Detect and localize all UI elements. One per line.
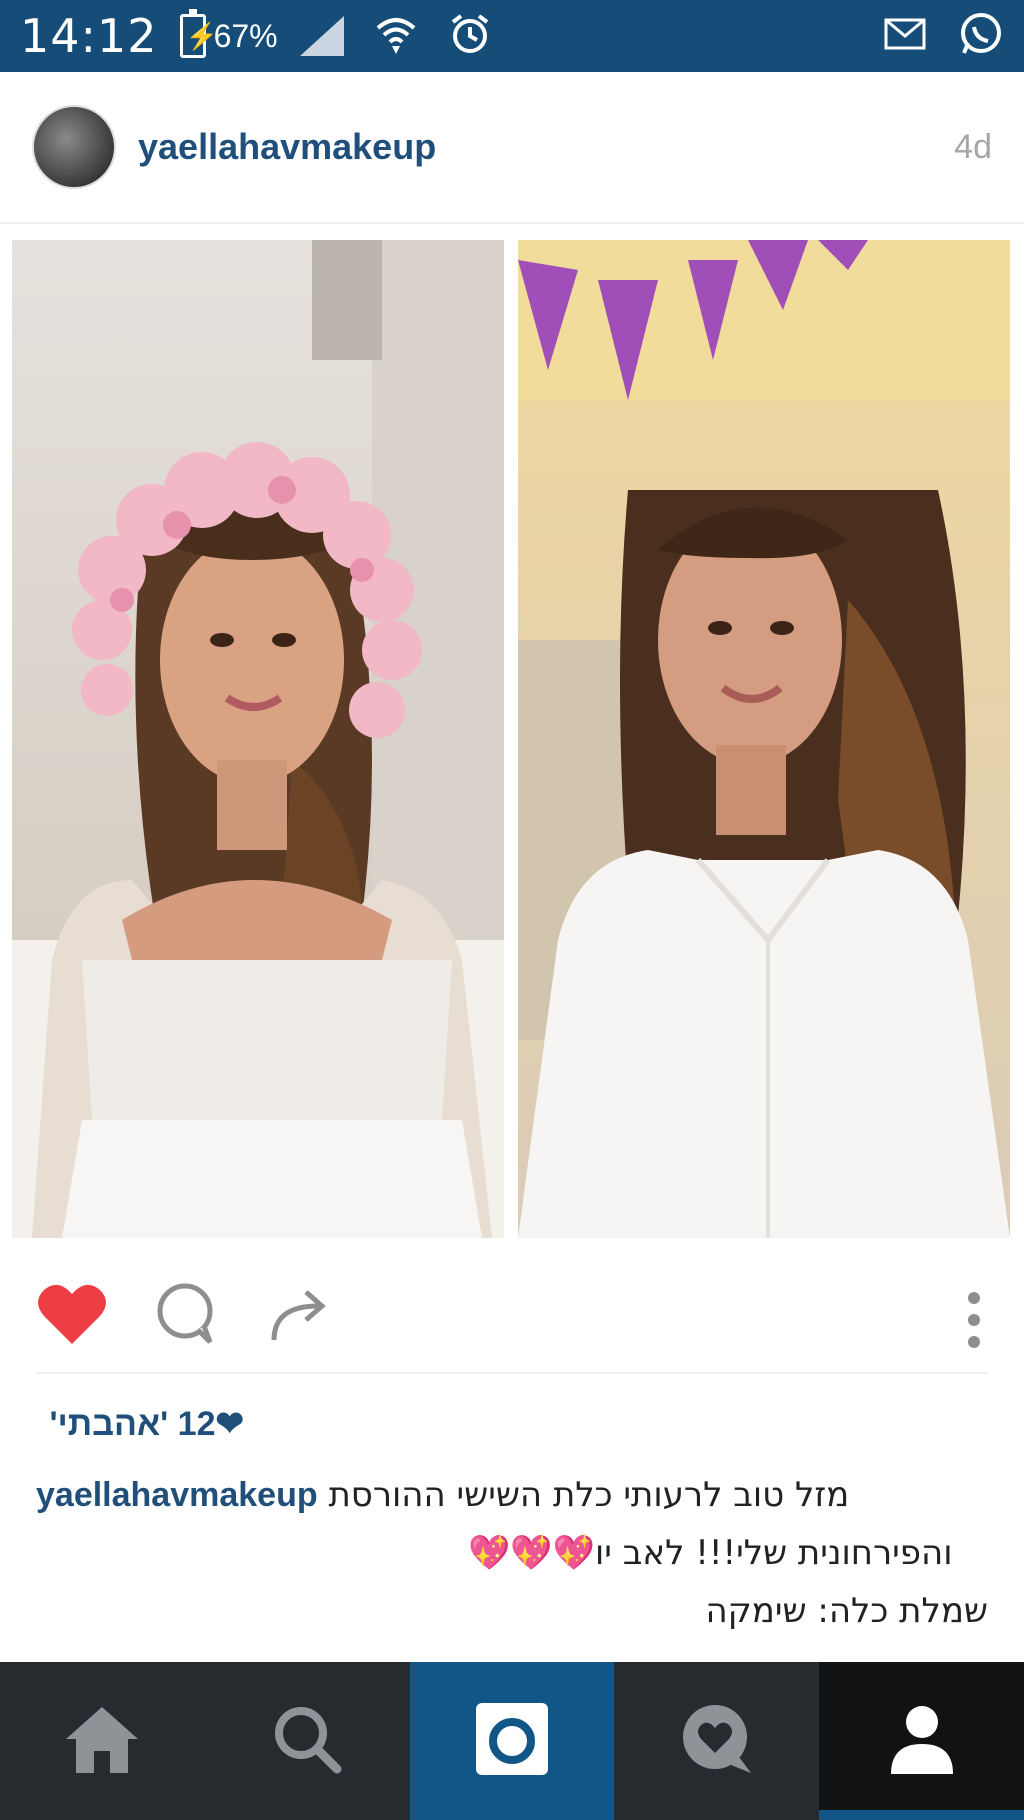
home-icon (62, 1703, 142, 1780)
profile-icon (889, 1704, 955, 1779)
divider (36, 1372, 988, 1374)
before-photo (518, 240, 1010, 1238)
instagram-post-screen: 14:12 ⚡ 67% yaellahavmakeup 4d ❤12 'אהבת… (0, 0, 1024, 1820)
caption-line-3: שמלת כלה: שימקה (705, 1591, 988, 1631)
nav-search[interactable] (205, 1662, 410, 1820)
comment-icon[interactable] (152, 1280, 218, 1351)
post-time: 4d (954, 127, 992, 166)
cell-signal-icon (299, 16, 344, 56)
post-actions (0, 1270, 1024, 1380)
avatar[interactable] (32, 105, 116, 189)
mail-icon (884, 18, 926, 55)
nav-camera[interactable] (409, 1662, 615, 1820)
caption-line-1: yaellahavmakeup מזל טוב לרעותי כלת השישי… (36, 1475, 850, 1515)
whatsapp-icon (958, 11, 1004, 62)
camera-icon (474, 1701, 550, 1782)
more-vertical-icon[interactable] (964, 1290, 984, 1355)
battery-charging-icon: ⚡ (179, 9, 218, 58)
heart-icon[interactable] (36, 1280, 108, 1351)
caption-username[interactable]: yaellahavmakeup (36, 1476, 318, 1514)
sparkling-heart-icons: 💖💖💖 (468, 1533, 596, 1573)
search-icon (271, 1703, 343, 1780)
post-caption: yaellahavmakeup מזל טוב לרעותי כלת השישי… (36, 1466, 988, 1640)
photo-divider (504, 240, 518, 1238)
likes-count[interactable]: ❤12 'אהבתי' (49, 1404, 244, 1444)
share-arrow-icon[interactable] (266, 1280, 332, 1351)
status-bar: 14:12 ⚡ 67% (0, 0, 1024, 72)
after-photo (12, 240, 504, 1238)
status-time: 14:12 (20, 9, 158, 63)
post-header: yaellahavmakeup 4d (0, 72, 1024, 224)
nav-activity[interactable] (614, 1662, 819, 1820)
alarm-clock-icon (448, 12, 492, 61)
caption-line-2: והפירחונית שלי!!! לאב יו💖💖💖 (468, 1533, 953, 1573)
post-photo[interactable] (12, 240, 1010, 1238)
bottom-navigation (0, 1662, 1024, 1820)
battery-percent: 67% (213, 17, 278, 54)
activity-heart-icon (679, 1701, 755, 1782)
wifi-icon (374, 12, 418, 61)
nav-profile[interactable] (819, 1662, 1024, 1820)
nav-home[interactable] (0, 1662, 205, 1820)
small-heart-icon: ❤ (215, 1405, 245, 1443)
post-username[interactable]: yaellahavmakeup (138, 126, 436, 168)
